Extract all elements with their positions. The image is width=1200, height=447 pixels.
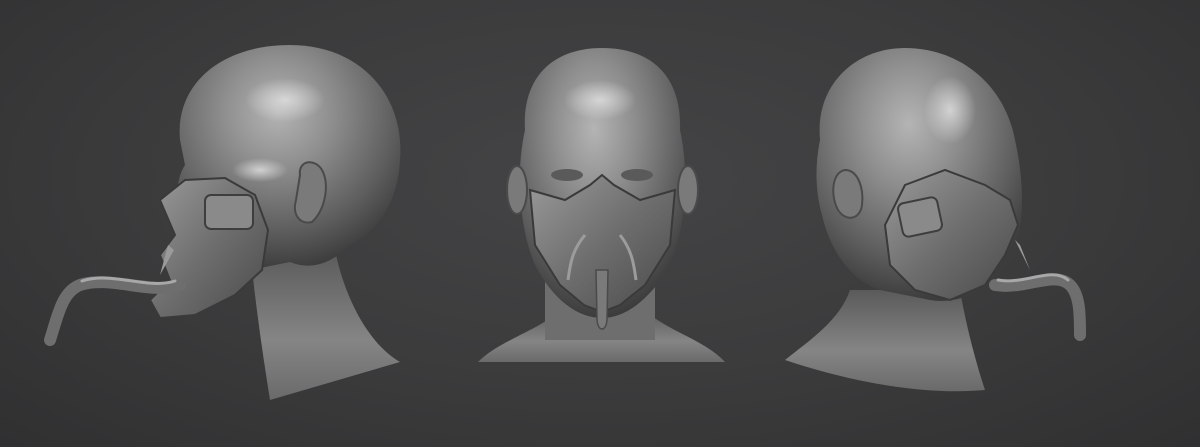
shine-front [564,80,636,120]
ear-front-right [677,165,699,215]
eye-front-left [551,169,583,181]
mask-plate-right [897,196,943,238]
shine-right [924,76,976,144]
sculpt-render-canvas [44,45,1086,400]
shine-left-cheek [232,158,288,182]
tongue-right [989,273,1086,341]
sculpt-render-scene [0,0,1200,447]
mask-plate-left [204,194,254,230]
head-front [478,48,725,362]
shoulder-right [785,290,985,392]
ear-front-left [506,165,528,215]
neck-left [250,250,400,400]
tongue-front [595,269,609,330]
eye-front-right [621,169,653,181]
fang-right [1015,240,1030,270]
head-left-profile [44,45,401,400]
head-right-three-quarter [785,48,1086,392]
shine-left [245,78,325,122]
ear-right [832,168,864,219]
